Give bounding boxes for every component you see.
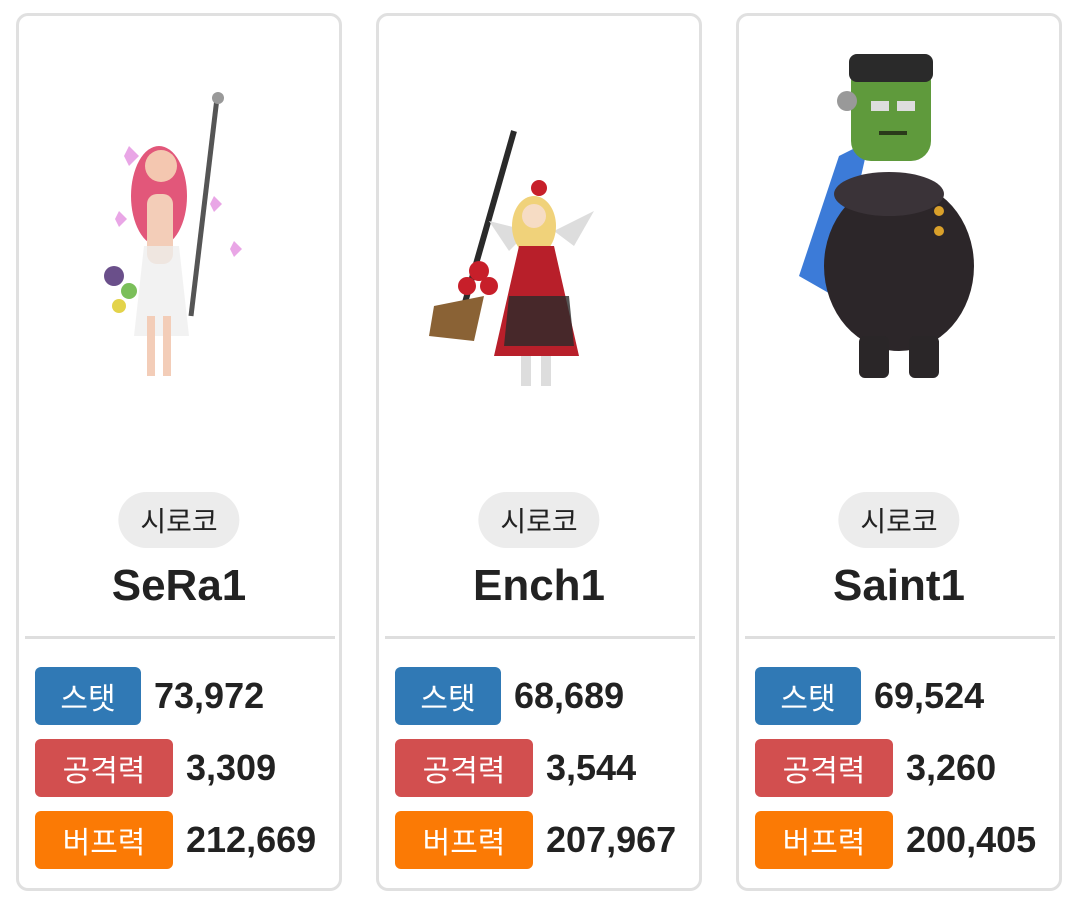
stat-badge: 스탯 (395, 667, 501, 725)
buff-badge: 버프력 (35, 811, 173, 869)
attack-row: 공격력 3,309 (35, 739, 276, 797)
stat-row: 스탯 68,689 (395, 667, 624, 725)
stat-badge: 스탯 (35, 667, 141, 725)
buff-value: 212,669 (186, 819, 317, 860)
buff-value: 207,967 (546, 819, 677, 860)
character-name[interactable]: Ench1 (379, 556, 699, 616)
server-badge: 시로코 (478, 492, 600, 548)
attack-value: 3,544 (546, 747, 637, 788)
server-badge: 시로코 (838, 492, 960, 548)
divider (385, 636, 695, 639)
character-card[interactable]: 시로코 Saint1 스탯 69,524 공격력 3,260 버프력 200,4… (736, 13, 1062, 891)
character-avatar-enchantress (379, 16, 699, 476)
attack-badge: 공격력 (755, 739, 893, 797)
stat-value: 69,524 (874, 675, 985, 716)
stat-row: 스탯 69,524 (755, 667, 984, 725)
stat-badge: 스탯 (755, 667, 861, 725)
server-badge: 시로코 (118, 492, 240, 548)
attack-row: 공격력 3,260 (755, 739, 996, 797)
buff-badge: 버프력 (395, 811, 533, 869)
attack-value: 3,260 (906, 747, 997, 788)
character-name[interactable]: Saint1 (739, 556, 1059, 616)
attack-row: 공격력 3,544 (395, 739, 636, 797)
divider (25, 636, 335, 639)
character-card[interactable]: 시로코 SeRa1 스탯 73,972 공격력 3,309 버프력 212,66… (16, 13, 342, 891)
character-avatar-sera (19, 16, 339, 476)
buff-badge: 버프력 (755, 811, 893, 869)
character-name[interactable]: SeRa1 (19, 556, 339, 616)
stat-value: 68,689 (514, 675, 625, 716)
character-avatar-saint (739, 16, 1059, 476)
attack-value: 3,309 (186, 747, 277, 788)
divider (745, 636, 1055, 639)
attack-badge: 공격력 (35, 739, 173, 797)
buff-row: 버프력 212,669 (35, 811, 316, 869)
stat-value: 73,972 (154, 675, 265, 716)
buff-row: 버프력 200,405 (755, 811, 1036, 869)
stat-row: 스탯 73,972 (35, 667, 264, 725)
buff-value: 200,405 (906, 819, 1037, 860)
character-card[interactable]: 시로코 Ench1 스탯 68,689 공격력 3,544 버프력 207,96… (376, 13, 702, 891)
attack-badge: 공격력 (395, 739, 533, 797)
buff-row: 버프력 207,967 (395, 811, 676, 869)
